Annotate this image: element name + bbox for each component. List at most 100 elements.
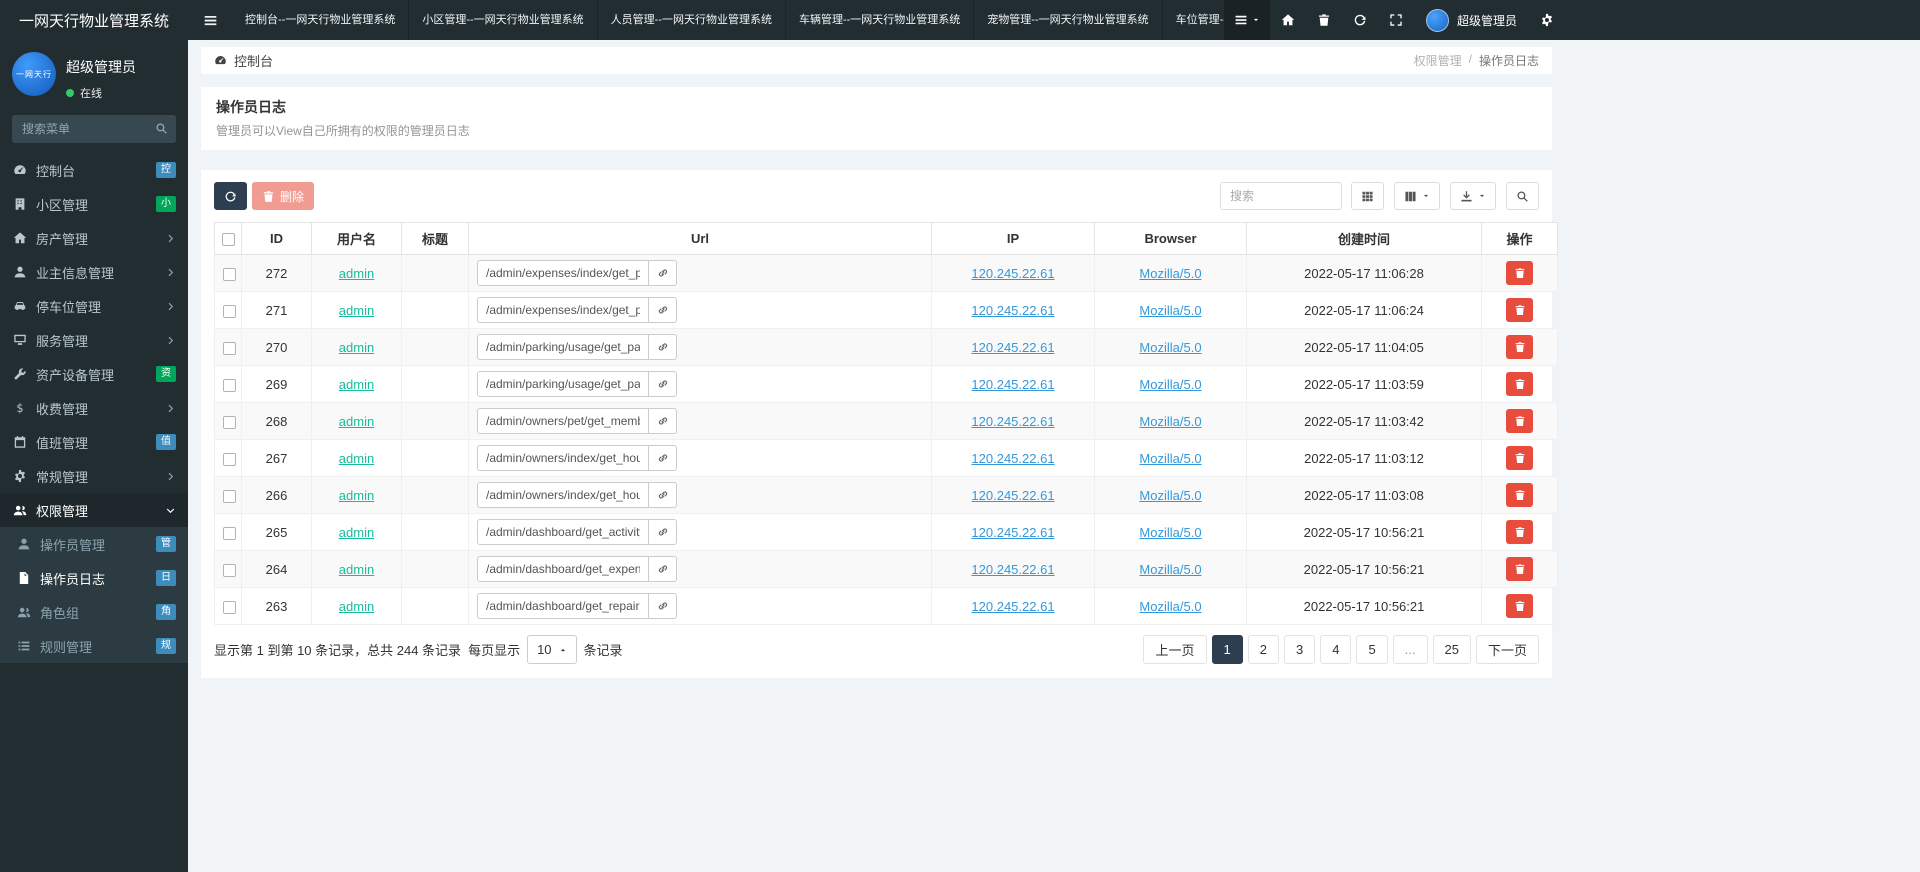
sidebar-item-role-group[interactable]: 角色组 角: [0, 595, 188, 629]
row-checkbox[interactable]: [223, 415, 236, 429]
username-link[interactable]: admin: [339, 340, 374, 355]
ip-link[interactable]: 120.245.22.61: [971, 488, 1054, 503]
username-link[interactable]: admin: [339, 451, 374, 466]
username-link[interactable]: admin: [339, 303, 374, 318]
row-delete-button[interactable]: [1506, 335, 1533, 359]
refresh-page-button[interactable]: [1342, 0, 1378, 40]
url-open-button[interactable]: [648, 260, 677, 286]
browser-link[interactable]: Mozilla/5.0: [1139, 599, 1201, 614]
row-checkbox[interactable]: [223, 526, 236, 540]
row-delete-button[interactable]: [1506, 557, 1533, 581]
clear-cache-button[interactable]: [1306, 0, 1342, 40]
sidebar-item-auth[interactable]: 权限管理: [0, 493, 188, 527]
row-checkbox[interactable]: [223, 378, 236, 392]
url-input[interactable]: [477, 334, 649, 360]
column-header[interactable]: Browser: [1094, 222, 1247, 255]
table-search-input[interactable]: [1220, 182, 1342, 210]
page-tab-5[interactable]: 车位管理--一网天行物业管理系统: [1163, 0, 1224, 40]
url-input[interactable]: [477, 519, 649, 545]
refresh-button[interactable]: [214, 182, 247, 210]
row-checkbox[interactable]: [223, 489, 236, 503]
home-button[interactable]: [1270, 0, 1306, 40]
username-link[interactable]: admin: [339, 525, 374, 540]
column-header[interactable]: IP: [931, 222, 1095, 255]
sidebar-item-duty[interactable]: 值班管理 值: [0, 425, 188, 459]
page-button-5[interactable]: 5: [1356, 635, 1388, 664]
page-button-4[interactable]: 4: [1320, 635, 1352, 664]
advanced-search-button[interactable]: [1506, 182, 1539, 210]
browser-link[interactable]: Mozilla/5.0: [1139, 266, 1201, 281]
url-open-button[interactable]: [648, 519, 677, 545]
page-button-1[interactable]: 1: [1211, 635, 1243, 664]
url-input[interactable]: [477, 260, 649, 286]
url-input[interactable]: [477, 371, 649, 397]
sidebar-item-property[interactable]: 房产管理: [0, 221, 188, 255]
page-button-3[interactable]: 3: [1283, 635, 1316, 664]
username-link[interactable]: admin: [339, 266, 374, 281]
sidebar-item-parking[interactable]: 停车位管理: [0, 289, 188, 323]
row-checkbox[interactable]: [223, 341, 236, 355]
row-delete-button[interactable]: [1506, 594, 1533, 618]
username-link[interactable]: admin: [339, 414, 374, 429]
delete-button[interactable]: 删除: [252, 182, 315, 210]
url-open-button[interactable]: [648, 297, 677, 323]
export-button[interactable]: [1450, 182, 1496, 210]
row-checkbox[interactable]: [223, 267, 236, 281]
sidebar-item-community[interactable]: 小区管理 小: [0, 187, 188, 221]
sidebar-item-rule-manage[interactable]: 规则管理 规: [0, 629, 188, 663]
open-tabs-list-button[interactable]: [1223, 0, 1270, 40]
row-delete-button[interactable]: [1506, 409, 1533, 433]
row-delete-button[interactable]: [1506, 372, 1533, 396]
sidebar-item-charging[interactable]: $ 收费管理: [0, 391, 188, 425]
url-open-button[interactable]: [648, 556, 677, 582]
username-link[interactable]: admin: [339, 377, 374, 392]
url-open-button[interactable]: [648, 445, 677, 471]
url-input[interactable]: [477, 408, 649, 434]
url-input[interactable]: [477, 445, 649, 471]
ip-link[interactable]: 120.245.22.61: [971, 340, 1054, 355]
sidebar-item-admin-manage[interactable]: 操作员管理 管: [0, 527, 188, 561]
row-checkbox[interactable]: [223, 304, 236, 318]
browser-link[interactable]: Mozilla/5.0: [1139, 488, 1201, 503]
fullscreen-button[interactable]: [1378, 0, 1414, 40]
column-header[interactable]: 操作: [1481, 222, 1558, 255]
url-input[interactable]: [477, 593, 649, 619]
ip-link[interactable]: 120.245.22.61: [971, 303, 1054, 318]
row-delete-button[interactable]: [1506, 520, 1533, 544]
row-delete-button[interactable]: [1506, 261, 1533, 285]
browser-link[interactable]: Mozilla/5.0: [1139, 377, 1201, 392]
ip-link[interactable]: 120.245.22.61: [971, 414, 1054, 429]
sidebar-item-service[interactable]: 服务管理: [0, 323, 188, 357]
current-user-menu[interactable]: 超级管理员: [1414, 0, 1529, 40]
sidebar-item-owner-info[interactable]: 业主信息管理: [0, 255, 188, 289]
page-tab-3[interactable]: 车辆管理--一网天行物业管理系统: [786, 0, 975, 40]
settings-button[interactable]: [1529, 0, 1565, 40]
url-open-button[interactable]: [648, 593, 677, 619]
url-open-button[interactable]: [648, 371, 677, 397]
next-page-button[interactable]: 下一页: [1475, 635, 1539, 664]
url-open-button[interactable]: [648, 334, 677, 360]
column-header[interactable]: ID: [241, 222, 312, 255]
browser-link[interactable]: Mozilla/5.0: [1139, 340, 1201, 355]
browser-link[interactable]: Mozilla/5.0: [1139, 414, 1201, 429]
sidebar-item-dashboard[interactable]: 控制台 控: [0, 153, 188, 187]
column-header[interactable]: 用户名: [311, 222, 402, 255]
sidebar-item-assets[interactable]: 资产设备管理 资: [0, 357, 188, 391]
url-input[interactable]: [477, 556, 649, 582]
search-icon[interactable]: [155, 122, 168, 135]
browser-link[interactable]: Mozilla/5.0: [1139, 525, 1201, 540]
columns-button[interactable]: [1394, 182, 1440, 210]
browser-link[interactable]: Mozilla/5.0: [1139, 562, 1201, 577]
select-all-checkbox[interactable]: [221, 233, 235, 247]
username-link[interactable]: admin: [339, 599, 374, 614]
row-checkbox[interactable]: [223, 563, 236, 577]
ip-link[interactable]: 120.245.22.61: [971, 266, 1054, 281]
row-checkbox[interactable]: [223, 600, 236, 614]
page-tab-2[interactable]: 人员管理--一网天行物业管理系统: [598, 0, 786, 40]
breadcrumb-current[interactable]: 控制台: [214, 51, 273, 70]
page-tab-1[interactable]: 小区管理--一网天行物业管理系统: [409, 0, 598, 40]
username-link[interactable]: admin: [339, 562, 374, 577]
sidebar-toggle-button[interactable]: [188, 0, 232, 40]
toggle-view-button[interactable]: [1351, 182, 1384, 210]
column-header[interactable]: 标题: [401, 222, 469, 255]
